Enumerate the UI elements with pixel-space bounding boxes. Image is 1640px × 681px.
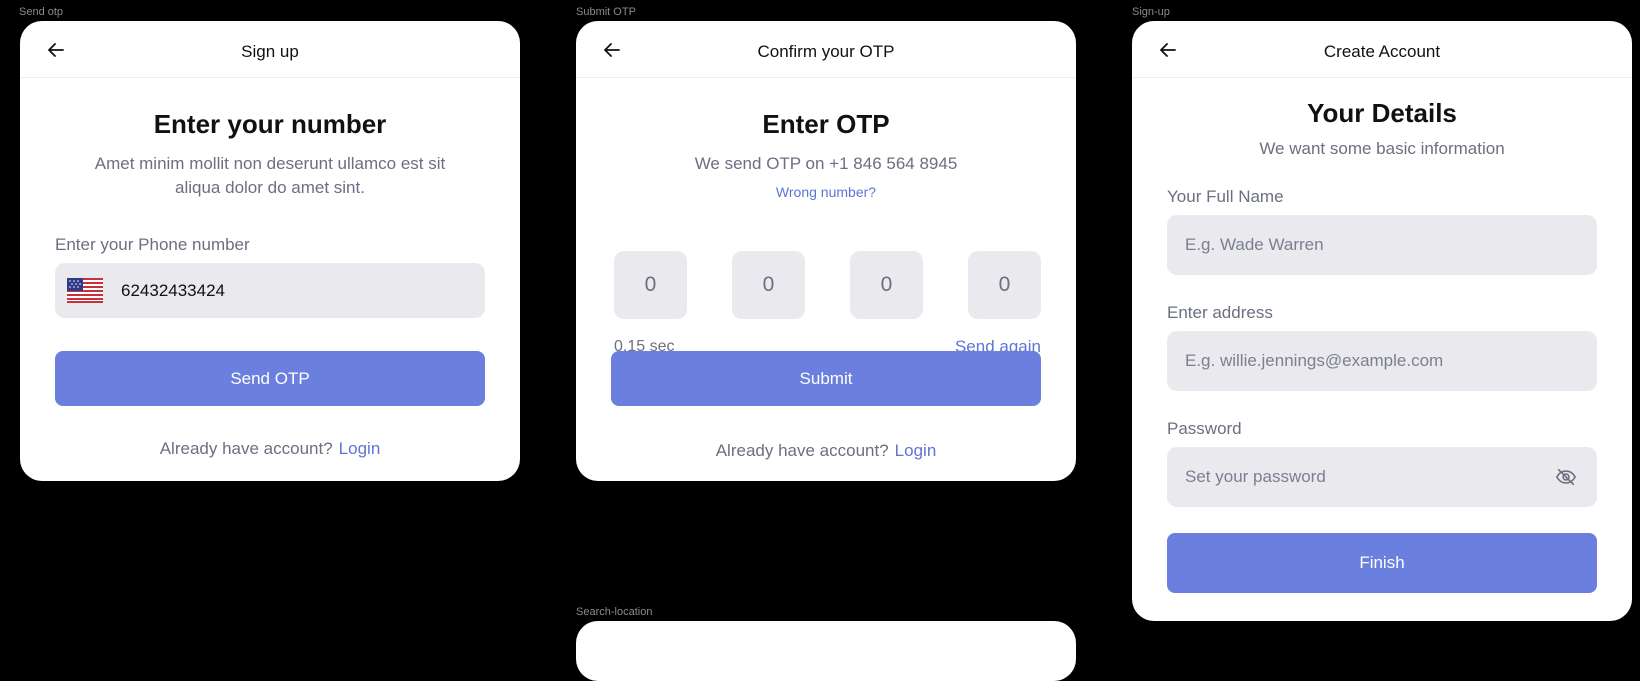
header-title: Sign up bbox=[241, 42, 299, 61]
password-input[interactable] bbox=[1167, 447, 1597, 507]
us-flag-icon bbox=[67, 278, 103, 308]
login-prompt: Already have account? Login bbox=[576, 441, 1076, 461]
phone-input[interactable] bbox=[55, 263, 485, 318]
create-account-card: Create Account Your Details We want some… bbox=[1132, 21, 1632, 621]
send-otp-card: Sign up Enter your number Amet minim mol… bbox=[20, 21, 520, 481]
wrong-number-link[interactable]: Wrong number? bbox=[576, 184, 1076, 200]
frame-label-send-otp: Send otp bbox=[19, 6, 64, 18]
otp-digit-4[interactable]: 0 bbox=[968, 251, 1041, 319]
header-title: Create Account bbox=[1323, 42, 1441, 61]
description-line-2: aliqua dolor do amet sint. bbox=[175, 178, 365, 197]
otp-sent-description: We send OTP on +1 846 564 8945 bbox=[694, 154, 958, 173]
description-line-1: Amet minim mollit non deserunt ullamco e… bbox=[94, 154, 446, 173]
password-label: Password bbox=[1167, 419, 1242, 438]
address-label: Enter address bbox=[1167, 303, 1273, 322]
address-input[interactable] bbox=[1167, 331, 1597, 391]
phone-label: Enter your Phone number bbox=[55, 235, 250, 254]
send-otp-button[interactable]: Send OTP bbox=[55, 351, 485, 406]
otp-digit-2[interactable]: 0 bbox=[732, 251, 805, 319]
header-title: Confirm your OTP bbox=[757, 42, 895, 61]
frame-label-sign-up: Sign-up bbox=[1132, 6, 1170, 18]
finish-button[interactable]: Finish bbox=[1167, 533, 1597, 593]
frame-label-submit-otp: Submit OTP bbox=[576, 6, 636, 18]
login-link[interactable]: Login bbox=[895, 441, 937, 460]
search-location-card bbox=[576, 621, 1076, 681]
create-account-header: Create Account bbox=[1132, 21, 1632, 78]
submit-otp-header: Confirm your OTP bbox=[576, 21, 1076, 78]
otp-digit-1[interactable]: 0 bbox=[614, 251, 687, 319]
page-heading: Your Details bbox=[1307, 98, 1457, 128]
otp-digit-3[interactable]: 0 bbox=[850, 251, 923, 319]
full-name-field[interactable] bbox=[1167, 215, 1597, 275]
page-subheading: We want some basic information bbox=[1259, 139, 1505, 158]
login-link[interactable]: Login bbox=[339, 439, 381, 458]
frame-label-search-location: Search-location bbox=[576, 606, 653, 618]
full-name-label: Your Full Name bbox=[1167, 187, 1284, 206]
login-prompt-text: Already have account? bbox=[159, 439, 333, 458]
password-field[interactable] bbox=[1167, 447, 1597, 507]
submit-button[interactable]: Submit bbox=[611, 351, 1041, 406]
eye-off-icon[interactable] bbox=[1555, 466, 1577, 493]
phone-input-field[interactable] bbox=[55, 263, 485, 318]
send-otp-header: Sign up bbox=[20, 21, 520, 78]
submit-otp-card: Confirm your OTP Enter OTP We send OTP o… bbox=[576, 21, 1076, 481]
page-heading: Enter OTP bbox=[762, 109, 890, 139]
full-name-input[interactable] bbox=[1167, 215, 1597, 275]
login-prompt: Already have account? Login bbox=[20, 439, 520, 459]
login-prompt-text: Already have account? bbox=[715, 441, 889, 460]
page-heading: Enter your number bbox=[153, 109, 387, 139]
address-field[interactable] bbox=[1167, 331, 1597, 391]
